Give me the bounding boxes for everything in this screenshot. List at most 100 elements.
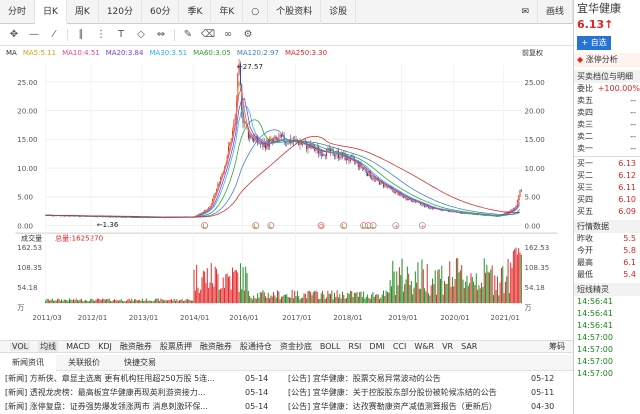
news-row[interactable]: [新闻] 方新侠、章显主选离 更有机构狂甩超250万股 5连... 05-14 [公… — [0, 372, 573, 386]
notice-title[interactable]: [公告] 宜华健康：股票交易异常波动的公告 — [283, 372, 531, 386]
kline-chart[interactable]: 25.00 25.00 20.00 20.00 15.00 15.00 10.00 10.00… — [0, 59, 573, 324]
volume-bar — [279, 299, 281, 304]
settings-icon[interactable]: ⚙ — [238, 26, 258, 44]
volume-bar — [250, 297, 252, 304]
indicator-13[interactable]: W&R — [414, 342, 434, 351]
news-tab-0[interactable]: 新闻资讯 — [0, 354, 56, 371]
candle-body — [63, 216, 65, 217]
indicator-2[interactable]: MACD — [66, 342, 90, 351]
indicator-5[interactable]: 股票质押 — [160, 341, 192, 352]
volume-bar — [65, 299, 66, 304]
volume-bar — [218, 289, 220, 304]
volume-bar — [437, 270, 439, 304]
fib-icon[interactable]: ⋮ — [91, 26, 111, 44]
indicator-11[interactable]: DMI — [369, 342, 384, 351]
volume-bar — [278, 291, 280, 304]
limit-up-analysis[interactable]: ◆ 涨停分析 — [574, 53, 640, 67]
volume-bar — [340, 298, 342, 304]
volume-bar — [511, 268, 513, 304]
volume-bar — [282, 296, 284, 304]
indicator-6[interactable]: 融资融券 — [200, 341, 232, 352]
x-tick-label: 2011/03 — [32, 313, 61, 322]
indicator-14[interactable]: VR — [442, 342, 453, 351]
line-icon[interactable]: — — [24, 26, 44, 44]
volume-label: 成交量 — [21, 234, 42, 243]
volume-bar — [190, 300, 192, 304]
volume-bar — [99, 299, 101, 304]
indicator-9[interactable]: BOLL — [320, 342, 341, 351]
news-list: [新闻] 方新侠、章显主选离 更有机构狂甩超250万股 5连... 05-14 [公… — [0, 372, 573, 414]
notice-title[interactable]: [公告] 宜华健康：达孜赛勒康资产减值测算报告（更新后） — [283, 400, 531, 414]
tab-5[interactable]: 季K — [179, 0, 212, 24]
quote-data: 昨收 5.5 今开 5.8 最高 6.1 最低 5.4 — [574, 233, 640, 281]
indicator-12[interactable]: CCI — [393, 342, 407, 351]
link-icon[interactable]: ∞ — [218, 26, 238, 44]
measure-icon[interactable]: ⇔ — [151, 26, 171, 44]
indicator-0[interactable]: VOL — [10, 342, 31, 351]
news-title[interactable]: [新闻] 方新侠、章显主选离 更有机构狂甩超250万股 5连... — [0, 372, 245, 386]
trade-row: 14:57:00 — [577, 357, 613, 366]
chips-button[interactable]: 筹码 — [549, 341, 565, 352]
news-tab-2[interactable]: 快捷交易 — [112, 355, 168, 371]
parallel-icon[interactable]: ∥ — [71, 26, 91, 44]
volume-bar — [376, 294, 378, 304]
volume-bar — [168, 300, 170, 304]
tab-7[interactable]: ○ — [243, 0, 269, 24]
tab-10[interactable]: ✉ — [513, 0, 538, 24]
tab-3[interactable]: 120分 — [99, 0, 143, 24]
tab-2[interactable]: 周K — [67, 0, 99, 24]
brush-icon[interactable]: ✎ — [178, 26, 198, 44]
volume-bar — [491, 265, 493, 304]
news-title[interactable]: [新闻] 透视龙虎榜：最高板宜华健康再现英利游资接力... — [0, 386, 245, 400]
channel-icon[interactable]: ◇ — [131, 26, 151, 44]
indicator-7[interactable]: 股通持仓 — [240, 341, 272, 352]
news-tab-1[interactable]: 关联报价 — [56, 355, 112, 371]
volume-bar — [406, 266, 408, 304]
indicator-4[interactable]: 融资融券 — [120, 341, 152, 352]
notice-title[interactable]: [公告] 宜华健康：关于控股股东部分股份被轮候冻结的公告 — [283, 386, 531, 400]
x-tick-label: 2017/01 — [282, 313, 311, 322]
ray-icon[interactable]: ⁄ — [44, 26, 64, 44]
volume-bar — [173, 298, 175, 304]
tab-1[interactable]: 日K — [35, 0, 67, 24]
indicator-8[interactable]: 资金抄底 — [280, 341, 312, 352]
volume-bar — [334, 292, 335, 304]
candle-body — [324, 155, 326, 157]
tab-9[interactable]: 诊股 — [321, 0, 357, 24]
candle-body — [242, 112, 244, 124]
tab-8[interactable]: 个股资料 — [268, 0, 322, 24]
text-icon[interactable]: T — [111, 26, 131, 44]
volume-bar — [140, 300, 142, 304]
volume-bar — [222, 277, 224, 304]
news-row[interactable]: [新闻] 透视龙虎榜：最高板宜华健康再现英利游资接力... 05-14 [公告] 宜… — [0, 386, 573, 400]
volume-bar — [343, 294, 345, 304]
eraser-icon[interactable]: ⌫ — [198, 26, 218, 44]
news-row[interactable]: [新闻] 涨停复盘：证券强势爆发领涨两市 消息刺激环保... 05-14 [公告] … — [0, 400, 573, 414]
tab-0[interactable]: 分时 — [0, 0, 36, 24]
news-date: 05-14 — [245, 402, 269, 411]
level-row: 买四 6.10 — [574, 194, 640, 206]
news-title[interactable]: [新闻] 涨停复盘：证券强势爆发领涨两市 消息刺激环保... — [0, 400, 245, 414]
volume-bar — [440, 278, 441, 304]
indicator-15[interactable]: SAR — [461, 342, 477, 351]
x-tick-label: 2021/01 — [490, 313, 519, 322]
volume-bar — [518, 248, 520, 304]
y-tick-label: 25.00 — [17, 78, 38, 87]
indicator-1[interactable]: 均线 — [38, 341, 59, 352]
add-watchlist-button[interactable]: + 自选 — [577, 36, 611, 50]
tab-6[interactable]: 年K — [211, 0, 244, 24]
weibi-row: 委比 +100.00% — [577, 84, 640, 93]
adjust-select[interactable]: 前复权 — [522, 48, 543, 58]
indicator-10[interactable]: RSI — [348, 342, 361, 351]
volume-bar — [454, 279, 456, 304]
volume-bar — [311, 295, 313, 304]
ma-item: MA10:4.51 — [62, 48, 100, 57]
volume-bar — [135, 299, 137, 304]
tab-11[interactable]: 画线 — [538, 0, 573, 24]
indicator-3[interactable]: KDJ — [98, 342, 112, 351]
stock-price-row: 6.13↑ — [574, 18, 640, 32]
move-icon[interactable]: ✥ — [4, 26, 24, 44]
tab-4[interactable]: 60分 — [142, 0, 180, 24]
volume-bar — [432, 278, 434, 304]
level-label: 卖四 — [577, 108, 593, 117]
